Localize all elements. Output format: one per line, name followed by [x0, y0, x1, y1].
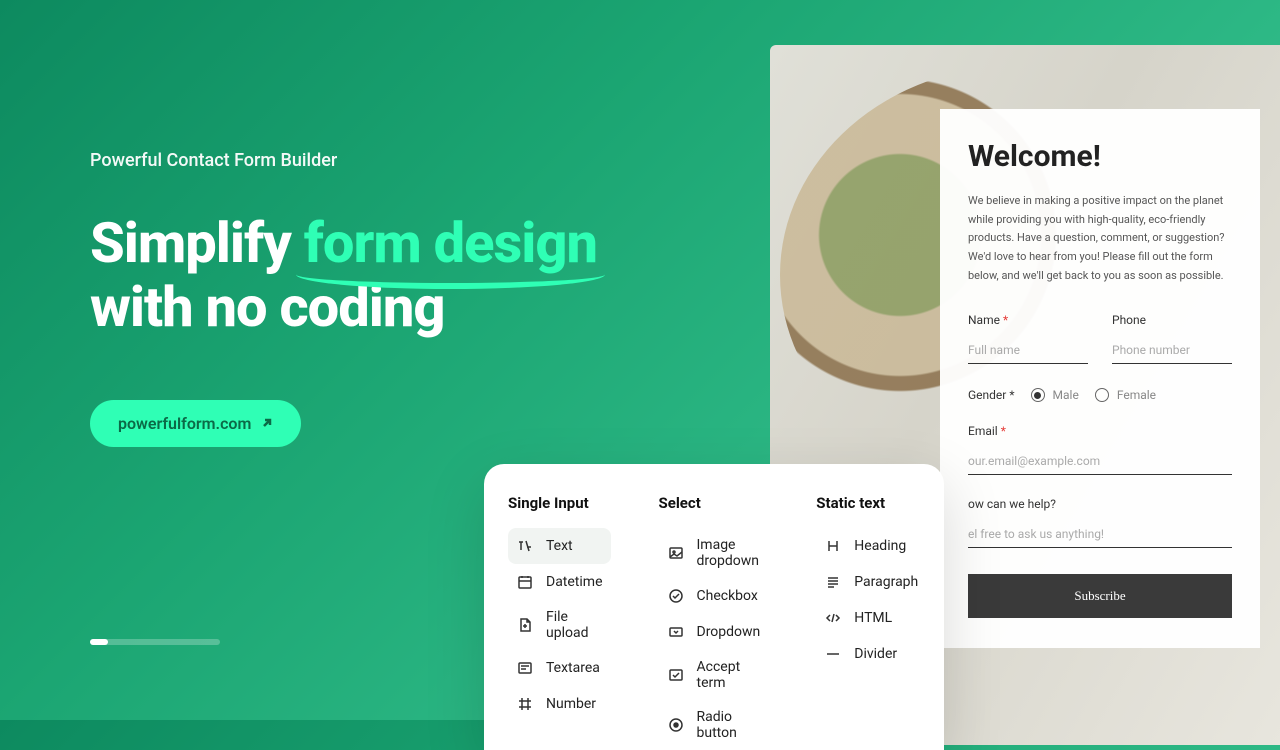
help-input[interactable] — [968, 521, 1232, 548]
progress-fill — [90, 639, 108, 645]
elements-panel: Single Input Text Datetime File upload T… — [484, 464, 944, 750]
file-icon — [516, 616, 534, 634]
hash-icon — [516, 695, 534, 713]
element-radio-button[interactable]: Radio button — [659, 700, 769, 750]
element-accept-term[interactable]: Accept term — [659, 650, 769, 700]
col-heading-static-text: Static text — [816, 494, 926, 512]
element-divider[interactable]: Divider — [816, 636, 926, 672]
radio-icon — [1031, 388, 1045, 402]
gender-male-option[interactable]: Male — [1031, 388, 1079, 402]
element-paragraph[interactable]: Paragraph — [816, 564, 926, 600]
text-icon — [516, 537, 534, 555]
help-label: ow can we help? — [968, 497, 1232, 511]
element-image-dropdown[interactable]: Image dropdown — [659, 528, 769, 578]
hero-eyebrow: Powerful Contact Form Builder — [90, 150, 730, 171]
element-checkbox[interactable]: Checkbox — [659, 578, 769, 614]
phone-label: Phone — [1112, 313, 1232, 327]
email-label: Email * — [968, 424, 1232, 438]
welcome-form-card: Welcome! We believe in making a positive… — [940, 109, 1260, 648]
element-heading[interactable]: Heading — [816, 528, 926, 564]
code-icon — [824, 609, 842, 627]
dropdown-icon — [667, 623, 685, 641]
checkbox-icon — [667, 587, 685, 605]
paragraph-icon — [824, 573, 842, 591]
col-heading-single-input: Single Input — [508, 494, 611, 512]
gender-label: Gender * — [968, 388, 1015, 402]
subscribe-button[interactable]: Subscribe — [968, 574, 1232, 618]
gender-female-option[interactable]: Female — [1095, 388, 1156, 402]
heading-icon — [824, 537, 842, 555]
radio-button-icon — [667, 716, 685, 734]
name-label: Name * — [968, 313, 1088, 327]
hero-headline: Simplify form design with no coding — [90, 211, 730, 340]
cta-label: powerfulform.com — [118, 414, 251, 433]
element-html[interactable]: HTML — [816, 600, 926, 636]
arrow-icon — [261, 417, 273, 429]
image-dropdown-icon — [667, 544, 685, 562]
element-dropdown[interactable]: Dropdown — [659, 614, 769, 650]
carousel-progress[interactable] — [90, 639, 220, 645]
accept-icon — [667, 666, 685, 684]
element-text[interactable]: Text — [508, 528, 611, 564]
divider-icon — [824, 645, 842, 663]
calendar-icon — [516, 573, 534, 591]
cta-button[interactable]: powerfulform.com — [90, 400, 301, 447]
name-input[interactable] — [968, 337, 1088, 364]
element-datetime[interactable]: Datetime — [508, 564, 611, 600]
form-title: Welcome! — [968, 139, 1232, 174]
phone-input[interactable] — [1112, 337, 1232, 364]
element-textarea[interactable]: Textarea — [508, 650, 611, 686]
col-heading-select: Select — [659, 494, 769, 512]
element-number[interactable]: Number — [508, 686, 611, 722]
email-input[interactable] — [968, 448, 1232, 475]
form-description: We believe in making a positive impact o… — [968, 192, 1232, 285]
element-file-upload[interactable]: File upload — [508, 600, 611, 650]
headline-part-1: Simplify — [90, 210, 304, 276]
headline-accent: form design — [304, 211, 597, 275]
textarea-icon — [516, 659, 534, 677]
radio-icon — [1095, 388, 1109, 402]
